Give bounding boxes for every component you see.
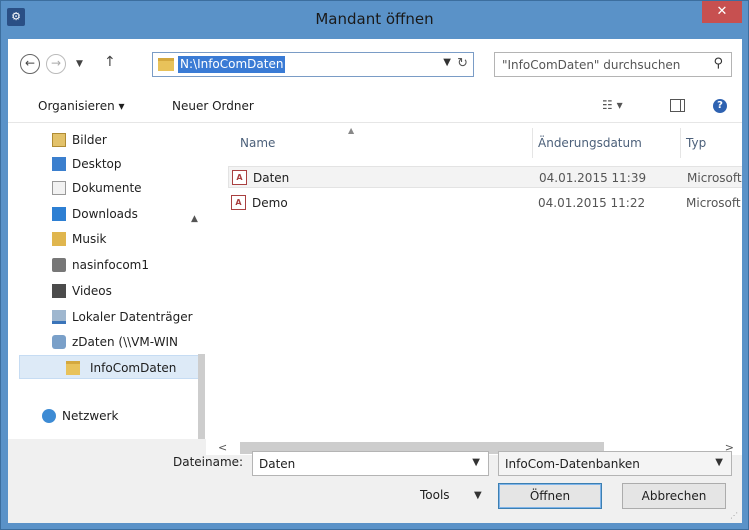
documents-icon xyxy=(52,181,66,195)
column-header-name[interactable]: Name xyxy=(240,136,275,150)
nav-item-zdaten[interactable]: zDaten (\\VM-WIN xyxy=(52,330,202,354)
drive-icon xyxy=(52,310,66,324)
videos-icon xyxy=(52,284,66,298)
nav-item-bilder[interactable]: Bilder xyxy=(52,128,202,152)
nav-item-lokaler-datentraeger[interactable]: Lokaler Datenträger xyxy=(52,305,202,329)
filename-value: Daten xyxy=(259,457,296,471)
file-row[interactable]: A Demo 04.01.2015 11:22 Microsoft xyxy=(228,192,742,214)
scroll-left-icon[interactable]: < xyxy=(218,441,227,454)
chevron-down-icon[interactable]: ▼ xyxy=(443,57,451,68)
close-button[interactable]: ✕ xyxy=(702,1,742,23)
tools-button[interactable]: Tools xyxy=(420,488,450,502)
nav-item-netzwerk[interactable]: Netzwerk xyxy=(42,404,192,428)
recent-locations-icon[interactable]: ▼ xyxy=(76,59,83,69)
folder-icon xyxy=(66,361,80,375)
access-database-icon: A xyxy=(231,195,246,210)
search-input[interactable]: "InfoComDaten" durchsuchen ⚲ xyxy=(494,52,732,77)
dialog-window: ⚙ Mandant öffnen ✕ ← → ▼ ↑ N:\InfoComDat… xyxy=(0,0,749,530)
column-header-date[interactable]: Änderungsdatum xyxy=(538,136,642,150)
chevron-down-icon[interactable]: ▼ xyxy=(715,457,723,468)
access-database-icon: A xyxy=(232,170,247,185)
sort-ascending-icon: ▲ xyxy=(348,126,355,135)
title-bar[interactable]: ⚙ Mandant öffnen ✕ xyxy=(1,1,748,39)
filename-input[interactable]: Daten ▼ xyxy=(252,451,489,476)
refresh-icon[interactable]: ↻ xyxy=(457,56,468,71)
open-button[interactable]: Öffnen xyxy=(498,483,602,509)
chevron-down-icon[interactable]: ▼ xyxy=(472,457,480,468)
nav-item-downloads[interactable]: Downloads xyxy=(52,202,202,226)
address-row: ← → ▼ ↑ N:\InfoComDaten ▼ ↻ "InfoComDate… xyxy=(8,39,742,89)
column-header-type[interactable]: Typ xyxy=(686,136,706,150)
dialog-client: ← → ▼ ↑ N:\InfoComDaten ▼ ↻ "InfoComDate… xyxy=(8,39,742,523)
network-icon xyxy=(42,409,56,423)
filetype-value: InfoCom-Datenbanken xyxy=(505,457,640,471)
downloads-icon xyxy=(52,207,66,221)
dialog-footer: < > Dateiname: Daten ▼ InfoCom-Datenbank… xyxy=(8,439,742,523)
view-options-icon[interactable]: ☷ ▾ xyxy=(602,98,623,112)
dialog-title: Mandant öffnen xyxy=(315,10,434,28)
navigation-pane: Bilder Desktop Dokumente Downloads Musik… xyxy=(8,124,205,447)
nav-scrollbar-thumb[interactable] xyxy=(198,354,205,447)
folder-icon xyxy=(158,58,174,71)
nav-item-dokumente[interactable]: Dokumente xyxy=(52,176,202,200)
nav-item-nasinfocom1[interactable]: nasinfocom1 xyxy=(52,253,202,277)
nav-item-videos[interactable]: Videos xyxy=(52,279,202,303)
preview-pane-icon[interactable] xyxy=(670,99,685,112)
column-divider[interactable] xyxy=(532,128,533,158)
chevron-down-icon[interactable]: ▼ xyxy=(474,490,482,501)
resize-grip-icon[interactable]: ⋰ xyxy=(730,511,740,521)
up-icon[interactable]: ↑ xyxy=(104,54,116,70)
search-icon[interactable]: ⚲ xyxy=(713,56,723,71)
new-folder-button[interactable]: Neuer Ordner xyxy=(172,99,254,113)
help-icon[interactable]: ? xyxy=(713,99,727,113)
column-divider[interactable] xyxy=(680,128,681,158)
organize-button[interactable]: Organisieren ▾ xyxy=(38,99,125,113)
address-path[interactable]: N:\InfoComDaten xyxy=(178,56,286,73)
nav-item-desktop[interactable]: Desktop xyxy=(52,152,202,176)
file-row[interactable]: A Daten 04.01.2015 11:39 Microsoft xyxy=(228,166,742,188)
cancel-button[interactable]: Abbrechen xyxy=(622,483,726,509)
filename-label: Dateiname: xyxy=(173,455,244,469)
nav-item-infocomdaten[interactable]: InfoComDaten xyxy=(19,355,200,379)
address-bar[interactable]: N:\InfoComDaten ▼ ↻ xyxy=(152,52,474,77)
network-drive-icon xyxy=(52,335,66,349)
search-placeholder: "InfoComDaten" durchsuchen xyxy=(502,58,681,72)
filetype-select[interactable]: InfoCom-Datenbanken ▼ xyxy=(498,451,732,476)
computer-icon xyxy=(52,258,66,272)
nav-item-musik[interactable]: Musik xyxy=(52,227,202,251)
scroll-up-icon[interactable]: ▲ xyxy=(191,214,198,224)
back-icon[interactable]: ← xyxy=(20,54,40,74)
pictures-icon xyxy=(52,133,66,147)
desktop-icon xyxy=(52,157,66,171)
toolbar: Organisieren ▾ Neuer Ordner ☷ ▾ ? xyxy=(8,89,742,123)
file-list-pane: ▲ Name Änderungsdatum Typ A Daten 04.01.… xyxy=(206,124,742,447)
music-icon xyxy=(52,232,66,246)
footer-panel: Dateiname: Daten ▼ InfoCom-Datenbanken ▼… xyxy=(8,451,742,523)
forward-icon[interactable]: → xyxy=(46,54,66,74)
